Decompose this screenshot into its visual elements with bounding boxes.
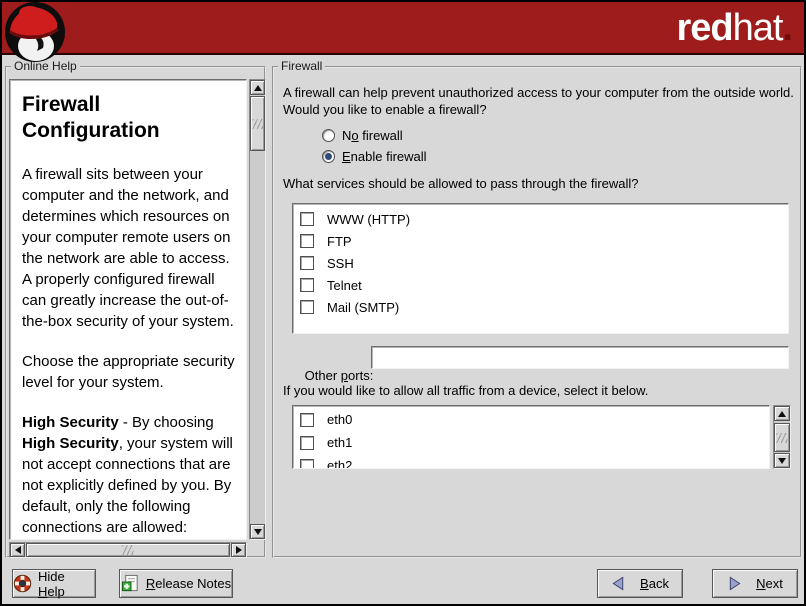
- service-row-mail-smtp[interactable]: Mail (SMTP): [293, 296, 788, 318]
- devices-scrollbar-thumb[interactable]: [774, 423, 790, 452]
- radio-no-firewall[interactable]: No firewall: [322, 128, 403, 143]
- wordmark-hat: hat: [733, 7, 783, 50]
- help-vertical-scrollbar-thumb[interactable]: [250, 96, 265, 151]
- radio-enable-firewall-label: Enable firewall: [342, 149, 427, 164]
- arrow-left-icon: [15, 546, 21, 554]
- service-label: Mail (SMTP): [327, 300, 399, 315]
- firewall-frame: Firewall A firewall can help prevent una…: [272, 66, 802, 558]
- back-arrow-icon: [611, 576, 626, 591]
- next-label: Next: [756, 576, 783, 591]
- help-paragraph-1: A firewall sits between your computer an…: [22, 164, 240, 332]
- radio-no-firewall-label: No firewall: [342, 128, 403, 143]
- help-vertical-scrollbar[interactable]: [249, 79, 266, 540]
- devices-hint-text: If you would like to allow all traffic f…: [283, 382, 795, 399]
- arrow-right-icon: [236, 546, 242, 554]
- device-row-eth0[interactable]: eth0: [293, 408, 769, 431]
- checkbox-unchecked[interactable]: [300, 256, 314, 270]
- help-horizontal-scrollbar[interactable]: [9, 542, 247, 558]
- other-ports-input[interactable]: [371, 346, 789, 369]
- help-horizontal-scrollbar-thumb[interactable]: [26, 543, 230, 557]
- wordmark-red: red: [676, 7, 732, 50]
- help-title: Firewall Configuration: [22, 92, 240, 144]
- help-paragraph-2: Choose the appropriate security level fo…: [22, 351, 240, 393]
- release-notes-label: Release Notes: [146, 576, 231, 591]
- device-label: eth0: [327, 412, 352, 427]
- help-paragraph-3: High Security - By choosing High Securit…: [22, 412, 240, 538]
- arrow-down-icon: [254, 529, 262, 535]
- hide-help-label: Hide Help: [38, 569, 95, 599]
- device-row-eth1[interactable]: eth1: [293, 431, 769, 454]
- service-label: FTP: [327, 234, 352, 249]
- device-row-eth2[interactable]: eth2: [293, 454, 769, 469]
- back-label: Back: [640, 576, 669, 591]
- service-row-telnet[interactable]: Telnet: [293, 274, 788, 296]
- arrow-down-icon: [778, 458, 786, 464]
- firewall-intro-text: A firewall can help prevent unauthorized…: [283, 84, 795, 118]
- firewall-frame-label: Firewall: [278, 59, 325, 73]
- checkbox-unchecked[interactable]: [300, 459, 314, 470]
- arrow-up-icon: [778, 411, 786, 417]
- help-scroll-up-button[interactable]: [250, 80, 265, 95]
- checkbox-unchecked[interactable]: [300, 212, 314, 226]
- checkbox-unchecked[interactable]: [300, 436, 314, 450]
- service-label: Telnet: [327, 278, 362, 293]
- next-arrow-icon: [727, 576, 742, 591]
- service-row-ssh[interactable]: SSH: [293, 252, 788, 274]
- devices-scroll-down-button[interactable]: [774, 453, 790, 468]
- service-label: WWW (HTTP): [327, 212, 410, 227]
- checkbox-unchecked[interactable]: [300, 234, 314, 248]
- devices-vertical-scrollbar[interactable]: [773, 405, 791, 469]
- next-button[interactable]: Next: [712, 569, 798, 598]
- back-button[interactable]: Back: [597, 569, 683, 598]
- radio-enable-firewall[interactable]: Enable firewall: [322, 149, 427, 164]
- service-row-www-http[interactable]: WWW (HTTP): [293, 208, 788, 230]
- radio-button-unselected[interactable]: [322, 129, 335, 142]
- service-label: SSH: [327, 256, 354, 271]
- hide-help-button[interactable]: Hide Help: [12, 569, 96, 598]
- device-label: eth2: [327, 458, 352, 469]
- help-scroll-left-button[interactable]: [10, 543, 25, 557]
- online-help-frame: Online Help Firewall Configuration A fir…: [5, 66, 266, 558]
- life-preserver-icon: [13, 574, 32, 593]
- wordmark-dot: .: [782, 7, 792, 50]
- release-notes-button[interactable]: Release Notes: [119, 569, 233, 598]
- checkbox-unchecked[interactable]: [300, 278, 314, 292]
- device-label: eth1: [327, 435, 352, 450]
- checkbox-unchecked[interactable]: [300, 413, 314, 427]
- help-text-content: Firewall Configuration A firewall sits b…: [10, 80, 246, 540]
- checkbox-unchecked[interactable]: [300, 300, 314, 314]
- installer-window: ® redhat. Online Help Firewall Configura…: [0, 0, 806, 606]
- help-scroll-right-button[interactable]: [231, 543, 246, 557]
- devices-list: eth0 eth1 eth2: [292, 405, 770, 469]
- arrow-up-icon: [254, 85, 262, 91]
- radio-button-selected[interactable]: [322, 150, 335, 163]
- registered-trademark-glyph: ®: [59, 33, 65, 42]
- services-list: WWW (HTTP) FTP SSH Telnet Mail (SMTP): [292, 203, 789, 334]
- redhat-shadowman-logo-icon: [3, 1, 67, 65]
- devices-scroll-up-button[interactable]: [774, 406, 790, 421]
- help-scroll-down-button[interactable]: [250, 524, 265, 539]
- service-row-ftp[interactable]: FTP: [293, 230, 788, 252]
- services-question-text: What services should be allowed to pass …: [283, 175, 795, 192]
- redhat-wordmark: redhat.: [676, 6, 792, 50]
- help-text-viewport: Firewall Configuration A firewall sits b…: [9, 79, 247, 540]
- release-notes-document-icon: [121, 574, 140, 593]
